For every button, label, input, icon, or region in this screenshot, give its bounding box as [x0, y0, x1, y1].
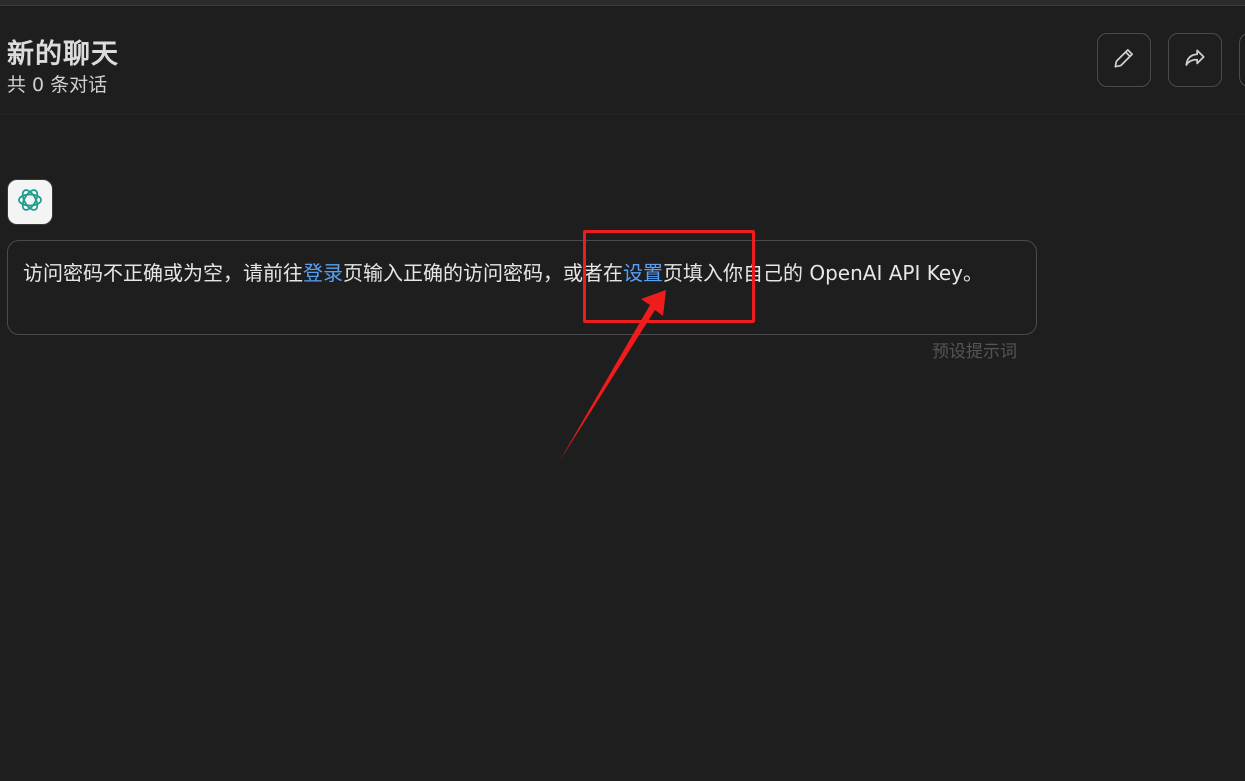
- annotation-arrow: [559, 290, 666, 462]
